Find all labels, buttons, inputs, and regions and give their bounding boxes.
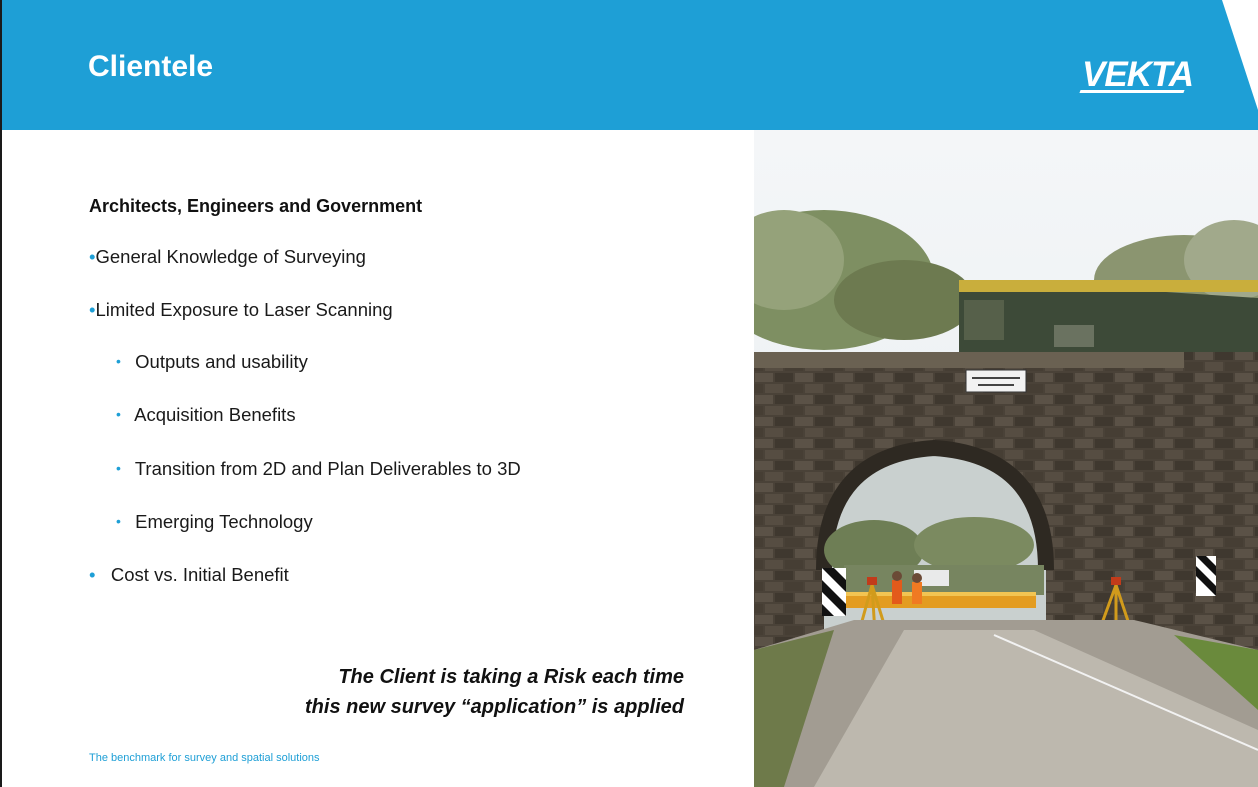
sub-bullet-item: • Outputs and usability xyxy=(116,351,308,373)
slide-title: Clientele xyxy=(88,50,214,83)
sub-bullet-item: • Emerging Technology xyxy=(116,511,313,533)
callout-line: The Client is taking a Risk each time xyxy=(338,666,684,688)
footer-tagline: The benchmark for survey and spatial sol… xyxy=(89,752,320,764)
sub-bullet-item: • Transition from 2D and Plan Deliverabl… xyxy=(116,458,521,480)
page-number: 8 xyxy=(1238,26,1245,38)
slide-border xyxy=(0,0,2,787)
bullet-icon: • xyxy=(89,564,96,585)
callout-line: this new survey “application” is applied xyxy=(305,696,684,718)
slide: Clientele VEKTA 8 Architects, Engineers … xyxy=(0,0,1258,787)
bullet-icon: • xyxy=(116,460,121,476)
bullet-text: General Knowledge of Surveying xyxy=(95,246,366,267)
bullet-text: Limited Exposure to Laser Scanning xyxy=(95,299,393,320)
bullet-icon: • xyxy=(116,513,121,529)
bullet-icon: • xyxy=(116,406,121,422)
subheading: Architects, Engineers and Government xyxy=(89,196,423,216)
bullet-item: • Cost vs. Initial Benefit xyxy=(89,564,289,586)
sub-bullet-text: Acquisition Benefits xyxy=(134,404,296,425)
bridge-photo xyxy=(754,130,1258,787)
bullet-item: •General Knowledge of Surveying xyxy=(89,246,366,268)
sub-bullet-text: Transition from 2D and Plan Deliverables… xyxy=(134,458,521,479)
sub-bullet-item: • Acquisition Benefits xyxy=(116,404,296,426)
sub-bullet-text: Outputs and usability xyxy=(135,351,308,372)
vekta-logo: VEKTA xyxy=(1082,55,1194,94)
callout-text: The Client is taking a Risk each time th… xyxy=(305,662,684,722)
chevron-marker-icon xyxy=(822,568,846,616)
bullet-icon: • xyxy=(116,353,121,369)
logo-underline xyxy=(1079,90,1185,93)
bullet-text: Cost vs. Initial Benefit xyxy=(110,564,289,585)
sub-bullet-text: Emerging Technology xyxy=(135,511,313,532)
bullet-item: •Limited Exposure to Laser Scanning xyxy=(89,299,393,321)
